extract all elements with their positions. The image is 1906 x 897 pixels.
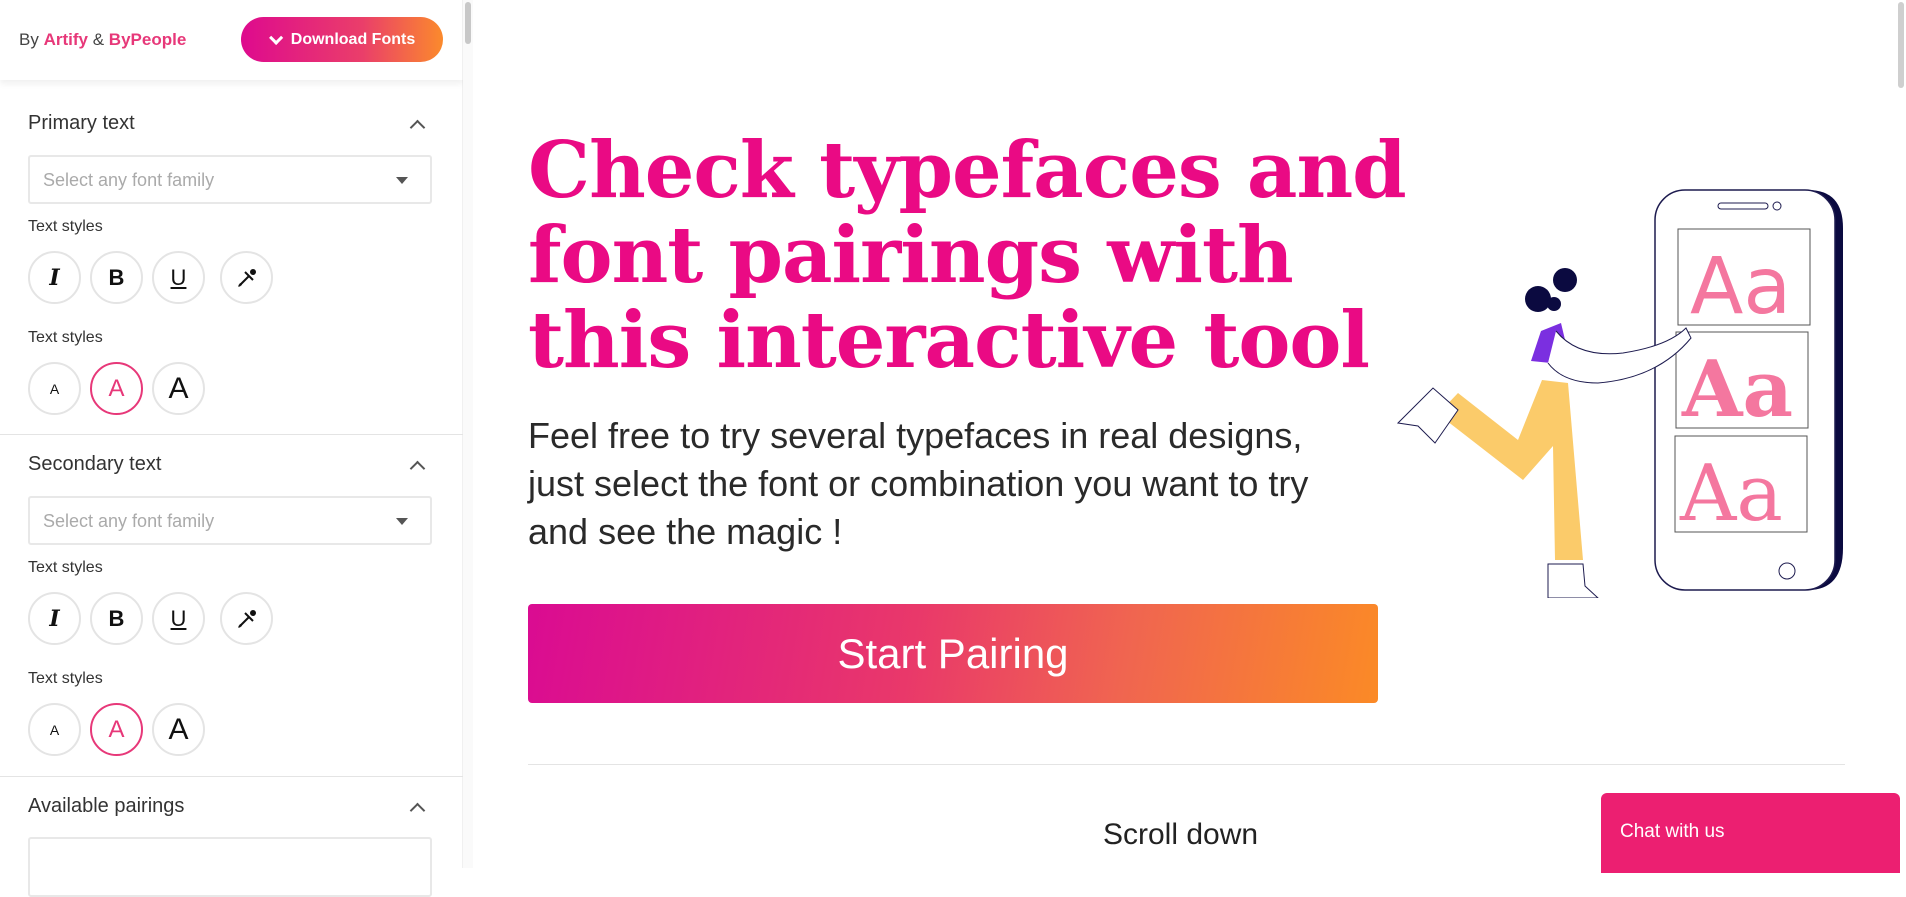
primary-underline-button[interactable]: U xyxy=(152,251,205,304)
available-pairings-title: Available pairings xyxy=(28,795,185,817)
section-divider xyxy=(0,776,463,777)
caret-down-icon xyxy=(396,518,408,525)
page-scrollbar-thumb[interactable] xyxy=(1898,2,1904,88)
secondary-color-picker-button[interactable] xyxy=(220,592,273,645)
section-divider xyxy=(0,434,463,435)
lead-paragraph: Feel free to try several typefaces in re… xyxy=(528,415,1309,552)
person-head xyxy=(1547,297,1561,311)
secondary-italic-button[interactable]: I xyxy=(28,592,81,645)
download-fonts-label: Download Fonts xyxy=(290,30,416,48)
main-content: Check typefaces and font pairings with t… xyxy=(473,0,1896,868)
primary-collapse-chevron-up-icon[interactable] xyxy=(409,119,426,136)
sample-aa-3: Aa xyxy=(1679,449,1783,539)
size-medium-icon: A xyxy=(108,374,125,402)
sample-aa-2: Aa xyxy=(1681,344,1793,435)
size-large-icon: A xyxy=(168,371,189,405)
person-hair xyxy=(1525,286,1551,312)
secondary-size-medium-button[interactable]: A xyxy=(90,703,143,756)
secondary-underline-button[interactable]: U xyxy=(152,592,205,645)
primary-styles-label: Text styles xyxy=(28,218,103,235)
primary-size-medium-button[interactable]: A xyxy=(90,362,143,415)
size-medium-icon: A xyxy=(108,715,125,743)
person-shoe-left xyxy=(1396,387,1459,444)
chevron-down-icon xyxy=(268,30,283,45)
secondary-styles-label: Text styles xyxy=(28,559,103,576)
sample-aa-1: Aa xyxy=(1690,242,1791,332)
person-legs xyxy=(1438,380,1583,560)
secondary-size-large-button[interactable]: A xyxy=(152,703,205,756)
sidebar-scrollbar-thumb[interactable] xyxy=(465,2,471,44)
primary-text-title: Primary text xyxy=(28,112,135,134)
artify-link[interactable]: Artify xyxy=(44,30,88,49)
person-hair-bun xyxy=(1553,268,1577,292)
bold-icon: B xyxy=(108,605,125,631)
underline-icon: U xyxy=(170,605,187,631)
sidebar-scrollbar[interactable] xyxy=(463,0,473,868)
page-title: Check typefaces and font pairings with t… xyxy=(528,125,1407,386)
underline-icon: U xyxy=(170,264,187,290)
chat-label: Chat with us xyxy=(1620,821,1725,842)
sidebar-header: By Artify & ByPeople Download Fonts xyxy=(0,0,463,80)
credit-text: By Artify & ByPeople xyxy=(19,30,186,50)
bypeople-link[interactable]: ByPeople xyxy=(109,30,186,49)
content-divider xyxy=(528,764,1845,765)
primary-size-large-button[interactable]: A xyxy=(152,362,205,415)
primary-font-select-placeholder: Select any font family xyxy=(43,170,215,190)
secondary-font-select-placeholder: Select any font family xyxy=(43,511,215,531)
size-large-icon: A xyxy=(168,712,189,746)
download-fonts-button[interactable]: Download Fonts xyxy=(241,17,443,62)
phone-illustration: Aa Aa Aa xyxy=(1396,189,1843,598)
italic-icon: I xyxy=(49,605,60,632)
start-pairing-button[interactable]: Start Pairing xyxy=(528,604,1378,703)
eyedropper-icon xyxy=(237,609,256,628)
caret-down-icon xyxy=(396,177,408,184)
page-scrollbar[interactable] xyxy=(1896,0,1906,868)
secondary-size-label: Text styles xyxy=(28,670,103,687)
size-small-icon: A xyxy=(49,380,60,397)
secondary-size-small-button[interactable]: A xyxy=(28,703,81,756)
primary-font-select[interactable]: Select any font family xyxy=(28,155,432,204)
eyedropper-icon xyxy=(237,268,256,287)
secondary-collapse-chevron-up-icon[interactable] xyxy=(409,460,426,477)
primary-size-small-button[interactable]: A xyxy=(28,362,81,415)
credit-amp: & xyxy=(92,30,105,49)
primary-size-label: Text styles xyxy=(28,329,103,346)
credit-prefix: By xyxy=(19,30,39,49)
secondary-bold-button[interactable]: B xyxy=(90,592,143,645)
pairings-select[interactable] xyxy=(28,837,432,897)
size-small-icon: A xyxy=(49,721,60,738)
primary-color-picker-button[interactable] xyxy=(220,251,273,304)
pairings-collapse-chevron-up-icon[interactable] xyxy=(409,802,426,819)
sidebar: By Artify & ByPeople Download Fonts Prim… xyxy=(0,0,463,897)
secondary-font-select[interactable]: Select any font family xyxy=(28,496,432,545)
bold-icon: B xyxy=(108,264,125,290)
primary-bold-button[interactable]: B xyxy=(90,251,143,304)
primary-italic-button[interactable]: I xyxy=(28,251,81,304)
person-shoe-right xyxy=(1547,563,1599,598)
chat-widget-button[interactable]: Chat with us xyxy=(1601,793,1900,873)
italic-icon: I xyxy=(49,264,60,291)
secondary-text-title: Secondary text xyxy=(28,453,162,475)
scroll-down-hint: Scroll down xyxy=(1103,818,1259,851)
